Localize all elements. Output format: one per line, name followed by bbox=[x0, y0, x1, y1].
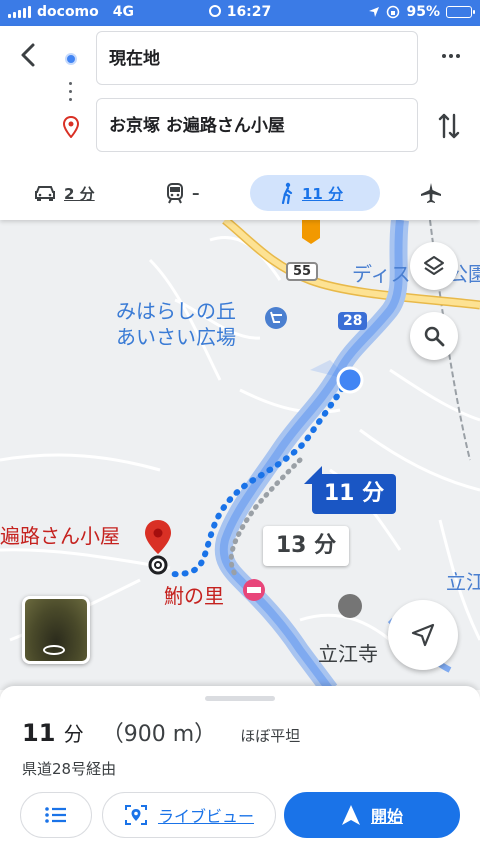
mode-transit[interactable]: – bbox=[166, 175, 200, 211]
status-bar: docomo 4G 16:27 95% bbox=[0, 0, 480, 26]
road-55-shield: 55 bbox=[286, 262, 319, 281]
mode-drive-time: 2 分 bbox=[64, 184, 95, 203]
route-connector-icon bbox=[69, 82, 73, 106]
search-icon bbox=[424, 326, 445, 347]
live-view-icon bbox=[124, 805, 147, 825]
eta-callout-alternate[interactable]: 13 分 bbox=[263, 526, 349, 566]
live-view-label: ライブビュー bbox=[157, 807, 254, 826]
map-label-park-line1: みはらしの丘 bbox=[116, 299, 236, 323]
map-label-destination: 遍路さん小屋 bbox=[0, 524, 120, 548]
map-view[interactable]: 55 28 ディス 公園 みはらしの丘 あいさい広場 遍路さん小屋 鮒の里 立江… bbox=[0, 220, 480, 690]
mode-transit-time: – bbox=[192, 184, 200, 202]
route-duration-unit: 分 bbox=[63, 722, 84, 746]
travel-mode-bar: 2 分 – 11 分 bbox=[0, 172, 480, 212]
orientation-lock-icon bbox=[387, 5, 400, 19]
map-label-temple: 立江寺 bbox=[318, 642, 378, 666]
route-summary-sheet[interactable]: 11 分 （900 m） ほぼ平坦 県道28号経由 ライブビュー 開始 bbox=[0, 686, 480, 854]
street-view-thumbnail[interactable] bbox=[22, 596, 90, 664]
list-icon bbox=[45, 807, 66, 823]
clock: 16:27 bbox=[226, 4, 272, 20]
car-icon bbox=[35, 186, 55, 201]
mode-walk-time: 11 分 bbox=[302, 184, 344, 203]
route-duration: 11 分 bbox=[22, 718, 84, 747]
route-duration-value: 11 bbox=[22, 719, 56, 747]
route-elevation: ほぼ平坦 bbox=[240, 727, 301, 745]
live-view-button[interactable]: ライブビュー bbox=[102, 792, 276, 838]
walk-icon bbox=[281, 182, 293, 204]
map-label-right-edge: 立江 bbox=[446, 570, 480, 594]
map-label-park-line2: あいさい広場 bbox=[116, 325, 236, 349]
layers-button[interactable] bbox=[410, 242, 458, 290]
map-label-restaurant: 鮒の里 bbox=[164, 584, 224, 608]
mode-drive[interactable]: 2 分 bbox=[34, 175, 95, 211]
battery-percent: 95% bbox=[406, 4, 440, 20]
route-distance: （900 m） bbox=[101, 722, 217, 747]
destination-pin-icon bbox=[63, 116, 79, 138]
search-along-route-button[interactable] bbox=[410, 312, 458, 360]
start-button[interactable]: 開始 bbox=[284, 792, 460, 838]
location-arrow-icon bbox=[369, 7, 380, 17]
navigation-arrow-icon bbox=[411, 623, 435, 647]
more-options-icon[interactable] bbox=[442, 54, 460, 58]
recenter-button[interactable] bbox=[388, 600, 458, 670]
layers-icon bbox=[424, 256, 444, 275]
navigation-icon bbox=[341, 805, 360, 825]
origin-field[interactable]: 現在地 bbox=[96, 31, 418, 85]
mode-flight[interactable] bbox=[420, 175, 442, 211]
battery-icon bbox=[446, 6, 475, 18]
mode-walk[interactable]: 11 分 bbox=[250, 175, 380, 211]
airplane-icon bbox=[421, 183, 441, 203]
directions-header: 現在地 お京塚 お遍路さん小屋 2 分 – 11 分 bbox=[0, 26, 480, 220]
road-28-shield: 28 bbox=[338, 312, 368, 330]
route-via: 県道28号経由 bbox=[22, 760, 117, 778]
start-label: 開始 bbox=[370, 807, 403, 826]
sheet-drag-handle[interactable] bbox=[205, 696, 275, 701]
rotate-360-icon bbox=[43, 645, 65, 655]
destination-field[interactable]: お京塚 お遍路さん小屋 bbox=[96, 98, 418, 152]
eta-callout-selected[interactable]: 11 分 bbox=[304, 466, 396, 514]
back-arrow-icon[interactable] bbox=[14, 40, 44, 70]
steps-button[interactable] bbox=[20, 792, 92, 838]
train-icon bbox=[167, 183, 183, 204]
swap-icon[interactable] bbox=[438, 111, 460, 141]
map-label-poi-top: ディス bbox=[352, 262, 411, 286]
alarm-icon bbox=[208, 5, 221, 17]
origin-dot-icon bbox=[65, 53, 77, 65]
